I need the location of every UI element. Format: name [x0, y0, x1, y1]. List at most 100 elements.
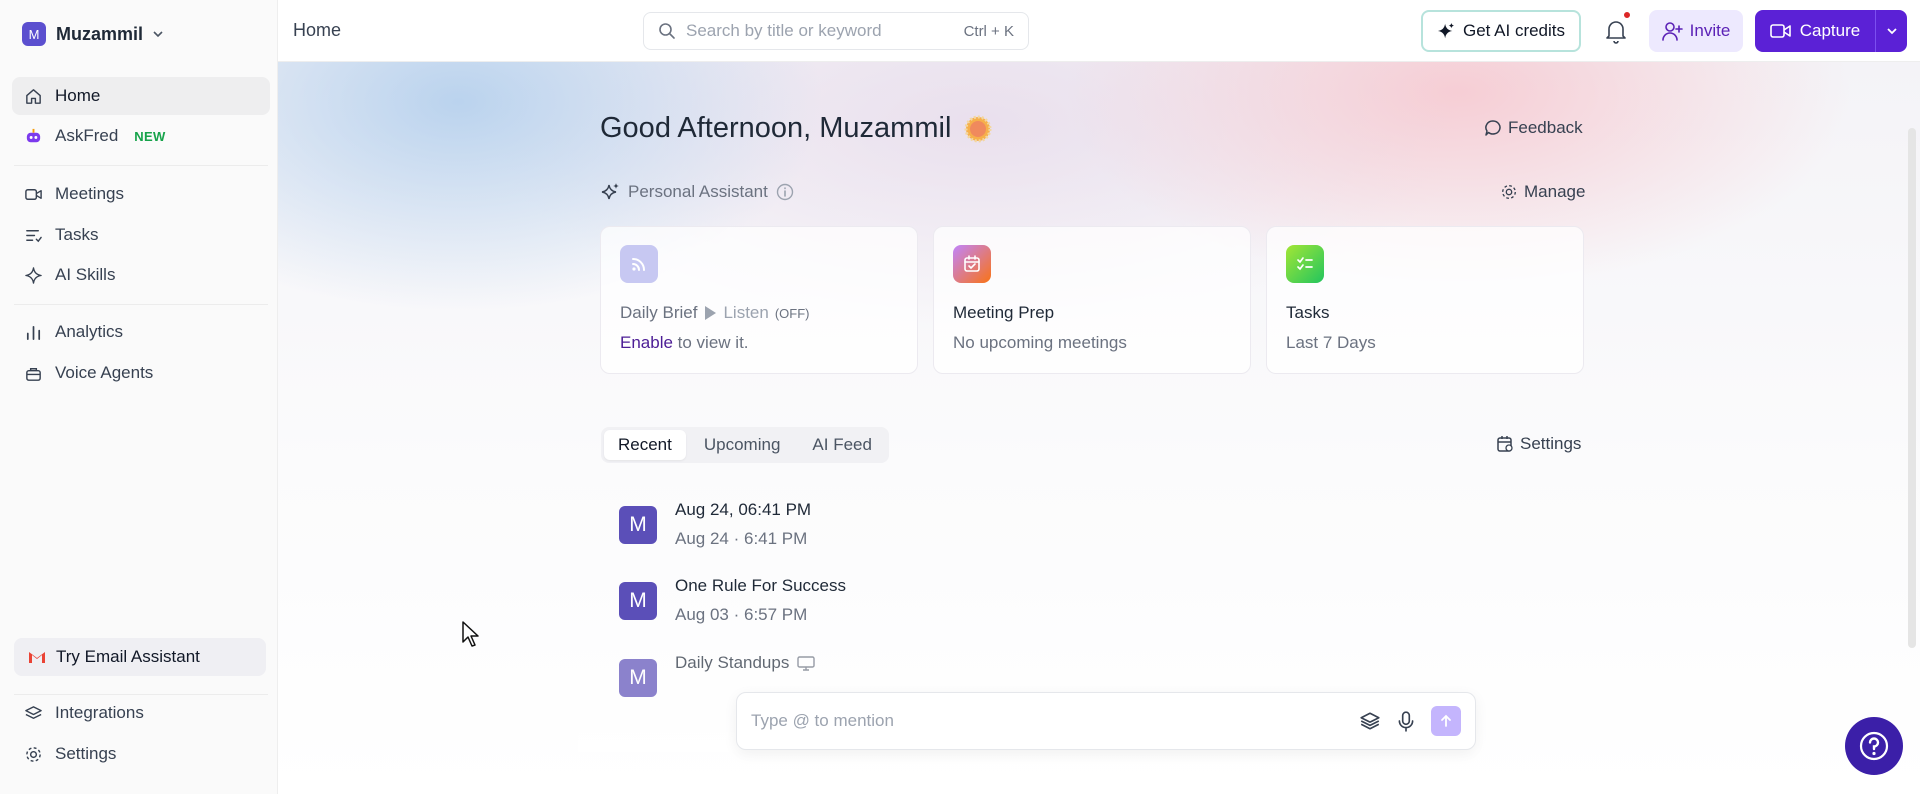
daily-brief-title: Daily Brief	[620, 303, 698, 322]
meeting-avatar: M	[619, 659, 657, 697]
calendar-settings-button[interactable]: Settings	[1496, 434, 1581, 454]
meeting-datetime: Aug 03 · 6:57 PM	[675, 605, 808, 624]
video-icon	[1769, 24, 1791, 38]
tasks-icon	[26, 229, 42, 242]
capture-dropdown[interactable]	[1875, 10, 1907, 52]
notification-dot	[1622, 10, 1632, 20]
sidebar-item-label: Integrations	[55, 703, 144, 722]
get-ai-credits-button[interactable]: Get AI credits	[1421, 10, 1581, 52]
sun-icon	[964, 115, 992, 142]
help-button[interactable]	[1845, 717, 1903, 775]
sidebar-item-integrations[interactable]: Integrations	[12, 694, 270, 732]
layers-icon	[25, 705, 42, 719]
screen-share-icon	[797, 656, 816, 671]
main-content: Good Afternoon, Muzammil Feedback Person…	[278, 62, 1920, 794]
listen-status: (OFF)	[774, 305, 810, 321]
rss-icon	[620, 245, 658, 283]
home-icon	[26, 88, 41, 104]
calendar-settings-icon	[1497, 436, 1513, 452]
top-bar: Home Ctrl + K Get AI credits Invite Capt…	[278, 0, 1920, 62]
sidebar-item-askfred[interactable]: AskFred NEW	[12, 117, 270, 155]
sidebar-item-label: AI Skills	[55, 265, 116, 284]
listen-label[interactable]: Listen	[723, 303, 768, 323]
sidebar-item-ai-skills[interactable]: AI Skills	[12, 256, 270, 294]
manage-button[interactable]: Manage	[1500, 182, 1585, 202]
sidebar-item-voice-agents[interactable]: Voice Agents	[12, 354, 270, 392]
sidebar-divider	[14, 165, 268, 166]
tab-recent[interactable]: Recent	[604, 430, 686, 460]
meeting-row[interactable]: M Aug 24, 06:41 PM Aug 24 · 6:41 PM	[619, 500, 811, 556]
meeting-row[interactable]: M One Rule For Success Aug 03 · 6:57 PM	[619, 576, 846, 632]
breadcrumb: Home	[293, 20, 342, 40]
tab-upcoming[interactable]: Upcoming	[690, 430, 795, 460]
search-box[interactable]: Ctrl + K	[643, 12, 1029, 50]
sidebar: M Muzammil Home AskFred NEW Meetings Tas…	[0, 0, 278, 794]
capture-label: Capture	[1799, 21, 1861, 40]
scrollbar[interactable]	[1908, 128, 1916, 648]
meeting-date: Aug 03	[675, 605, 729, 624]
gmail-icon	[29, 652, 45, 663]
capture-main-button[interactable]: Capture	[1755, 10, 1875, 52]
sidebar-item-label: Meetings	[55, 184, 124, 203]
personal-assistant-header: Personal Assistant	[600, 182, 794, 202]
email-assistant-label: Try Email Assistant	[56, 647, 200, 666]
video-icon	[25, 188, 42, 200]
feedback-button[interactable]: Feedback	[1484, 118, 1583, 138]
card-title: Daily Brief Listen (OFF)	[620, 303, 898, 323]
meeting-title-row: Daily Standups	[675, 653, 816, 673]
search-input[interactable]	[686, 21, 954, 41]
greeting: Good Afternoon, Muzammil	[600, 112, 993, 145]
sidebar-item-tasks[interactable]: Tasks	[12, 216, 270, 254]
meeting-time: 6:41 PM	[744, 529, 808, 548]
sidebar-divider	[14, 304, 268, 305]
greeting-text: Good Afternoon, Muzammil	[600, 112, 952, 144]
sparkle-icon	[601, 183, 619, 200]
tab-ai-feed[interactable]: AI Feed	[798, 430, 886, 460]
tasks-card[interactable]: Tasks Last 7 Days	[1266, 226, 1584, 374]
manage-label: Manage	[1524, 182, 1586, 201]
workspace-switcher[interactable]: M Muzammil	[22, 20, 163, 48]
sidebar-item-analytics[interactable]: Analytics	[12, 313, 270, 351]
sidebar-item-settings[interactable]: Settings	[12, 735, 270, 773]
sidebar-item-label: Tasks	[55, 225, 99, 244]
send-button[interactable]	[1431, 706, 1461, 736]
meetings-tabs: Recent Upcoming AI Feed	[601, 427, 889, 463]
sidebar-item-home[interactable]: Home	[12, 77, 270, 115]
daily-brief-card[interactable]: Daily Brief Listen (OFF) Enable to view …	[600, 226, 918, 374]
calendar-icon	[953, 245, 991, 283]
meeting-date: Aug 24	[675, 529, 729, 548]
arrow-up-icon	[1441, 714, 1451, 727]
layers-icon[interactable]	[1359, 710, 1381, 732]
microphone-icon[interactable]	[1395, 710, 1417, 732]
enable-link[interactable]: Enable	[620, 333, 673, 352]
chat-bubble-icon	[1485, 120, 1501, 136]
add-user-icon	[1661, 22, 1683, 41]
chevron-down-icon	[153, 31, 163, 38]
settings-label: Settings	[1520, 434, 1582, 453]
capture-button[interactable]: Capture	[1755, 10, 1907, 52]
checklist-icon	[1286, 245, 1324, 283]
sidebar-item-meetings[interactable]: Meetings	[12, 175, 270, 213]
briefcase-icon	[26, 367, 41, 381]
meeting-prep-title: Meeting Prep	[953, 303, 1055, 322]
card-subtitle: Enable to view it.	[620, 333, 898, 353]
new-badge: NEW	[134, 128, 166, 144]
mention-input[interactable]	[751, 711, 1345, 731]
meeting-prep-card[interactable]: Meeting Prep No upcoming meetings	[933, 226, 1251, 374]
enable-suffix: to view it.	[672, 333, 749, 352]
info-icon[interactable]	[776, 183, 794, 201]
meeting-avatar: M	[619, 582, 657, 620]
meeting-title: Daily Standups	[675, 653, 790, 672]
chevron-down-icon	[1886, 28, 1897, 35]
try-email-assistant-button[interactable]: Try Email Assistant	[14, 638, 266, 676]
sidebar-item-label: Analytics	[55, 322, 124, 341]
personal-assistant-label: Personal Assistant	[628, 182, 768, 201]
sidebar-item-label: Voice Agents	[55, 363, 154, 382]
notifications-button[interactable]	[1604, 10, 1632, 46]
meeting-time: 6:57 PM	[744, 605, 808, 624]
meeting-title: One Rule For Success	[675, 576, 847, 595]
invite-button[interactable]: Invite	[1649, 10, 1743, 52]
workspace-avatar: M	[22, 22, 46, 46]
play-icon[interactable]	[703, 305, 717, 321]
askfred-robot-icon	[26, 128, 41, 142]
